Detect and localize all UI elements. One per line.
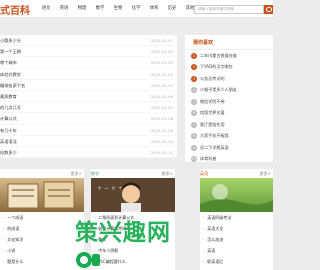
recommend-item[interactable]: 4 小猴子是多少人朋友 xyxy=(185,85,273,97)
recommend-item[interactable]: 7 客厅是啥作用 xyxy=(185,119,273,131)
list-item[interactable]: 计算公式 2025-01-08 xyxy=(0,113,177,125)
list-item[interactable]: 体验式教学 2025-01-04 xyxy=(0,69,177,80)
nav-item-chemistry[interactable]: 化学 xyxy=(127,0,145,18)
top-bar: 式百科 语文 英语 物理 数学 生物 化学 体育 历史 其他 请输入搜索关键词搜… xyxy=(0,0,273,18)
recommend-item[interactable]: 10 体育科普 xyxy=(185,154,273,166)
nav-item-chinese[interactable]: 语文 xyxy=(37,0,55,18)
list-item[interactable]: 编排各家个名 2025-01-05 xyxy=(0,80,177,91)
nav-item-biology[interactable]: 生物 xyxy=(109,0,127,18)
list-item[interactable]: 英语语法 2025-01-10 xyxy=(0,136,177,147)
nav-item-english[interactable]: 英语 xyxy=(55,0,73,18)
more-link[interactable]: 更多> xyxy=(71,171,82,177)
recommend-item[interactable]: 2 下YAD的汉字哪些 xyxy=(185,62,273,74)
recommend-panel: 猜你喜欢 1 二年内蒙古铁道技能 2 下YAD的汉字哪些 3 公务员考试的 4 小猴子是… xyxy=(185,35,273,163)
recommend-item[interactable]: 3 公务员考试的 xyxy=(185,73,273,85)
card-header: 更多> xyxy=(0,169,84,178)
books-illustration xyxy=(7,181,75,209)
list-item[interactable]: 的几点几号 2025-01-07 xyxy=(0,102,177,114)
card-item[interactable]: 小说 xyxy=(0,245,84,256)
svg-text:+ − × ÷: + − × ÷ xyxy=(97,185,123,192)
student-illustration: + − × ÷ xyxy=(91,178,175,212)
recommend-item[interactable]: 5 微信学院不带 xyxy=(185,96,273,108)
more-link[interactable]: 更多> xyxy=(260,171,271,177)
category-card-literature: 更多> 一个成语 的成语 文化知识 小说 题是什么 xyxy=(0,169,84,270)
card-item[interactable]: 的成语 xyxy=(0,223,84,234)
list-item[interactable]: 哪个城市 2025-01-03 xyxy=(0,57,177,69)
card-image-student[interactable]: + − × ÷ xyxy=(91,178,175,212)
card-image-books[interactable] xyxy=(0,178,84,212)
card-item[interactable]: 一个成语 xyxy=(0,212,84,223)
card-item[interactable]: 职英语后 xyxy=(200,256,273,267)
card-label: 数学 xyxy=(91,171,99,176)
watermark-text: 策兴趣网 xyxy=(75,220,171,246)
card-item[interactable]: PLC编程要什么 xyxy=(91,256,175,267)
card-header: 数学 更多> xyxy=(91,169,175,178)
nature-illustration xyxy=(200,184,273,212)
watermark-icon xyxy=(76,252,100,268)
nav-item-physics[interactable]: 物理 xyxy=(73,0,91,18)
nav-item-pe[interactable]: 体育 xyxy=(145,0,163,18)
recommend-item[interactable]: 1 二年内蒙古铁道技能 xyxy=(185,50,273,62)
article-list: 小题多少分 2025-01-01 第一个王朝 2025-01-02 哪个城市 2025… xyxy=(0,35,177,159)
main-nav: 语文 英语 物理 数学 生物 化学 体育 历史 其他 xyxy=(37,0,199,18)
recommend-item[interactable]: 8 大家手机平板我 xyxy=(185,131,273,143)
nav-item-math[interactable]: 数学 xyxy=(91,0,109,18)
list-item[interactable]: 有几十年 2025-01-09 xyxy=(0,125,177,136)
card-label: 英语 xyxy=(200,171,208,176)
list-item[interactable]: 倍数多少 2025-01-11 xyxy=(0,147,177,159)
nav-item-history[interactable]: 历史 xyxy=(163,0,181,18)
card-image-nature[interactable] xyxy=(200,178,273,212)
card-item[interactable]: 文化知识 xyxy=(0,234,84,245)
list-item[interactable]: 小题多少分 2025-01-01 xyxy=(0,35,177,47)
recommend-title: 猜你喜欢 xyxy=(185,35,273,50)
search-button[interactable] xyxy=(264,5,273,14)
card-header: 英语 更多> xyxy=(200,169,273,178)
more-link[interactable]: 更多> xyxy=(162,171,173,177)
site-logo[interactable]: 式百科 xyxy=(0,2,30,17)
card-item[interactable]: 题是什么 xyxy=(0,256,84,267)
list-item[interactable]: 第一个王朝 2025-01-02 xyxy=(0,46,177,58)
list-item[interactable]: 素质教育 2025-01-06 xyxy=(0,91,177,103)
recommend-item[interactable]: 6 烧饭世界名著 xyxy=(185,108,273,120)
recommend-item[interactable]: 9 初二下学期英语 xyxy=(185,142,273,154)
search-input[interactable]: 请输入搜索关键词搜索 xyxy=(194,5,264,14)
